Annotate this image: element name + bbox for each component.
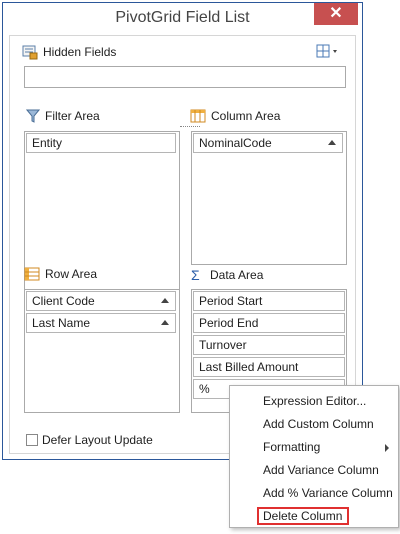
splitter[interactable] <box>180 126 200 129</box>
data-field-period-start[interactable]: Period Start <box>193 291 345 311</box>
column-area-label: Column Area <box>211 109 281 123</box>
row-field-last-name[interactable]: Last Name <box>26 313 176 333</box>
field-label: Client Code <box>32 294 95 308</box>
filter-area-label: Filter Area <box>45 109 100 123</box>
row-area-box[interactable]: Client Code Last Name <box>24 289 180 413</box>
filter-area-header: Filter Area <box>26 109 100 123</box>
sort-ascending-icon[interactable] <box>161 298 169 303</box>
menu-item-delete-column[interactable]: Delete Column <box>231 505 397 527</box>
row-area-label: Row Area <box>45 267 98 281</box>
defer-layout-label: Defer Layout Update <box>42 433 153 447</box>
sort-ascending-icon[interactable] <box>161 320 169 325</box>
field-label: NominalCode <box>199 136 272 150</box>
menu-item-add-variance-column[interactable]: Add Variance Column <box>231 459 397 481</box>
sigma-icon: Σ <box>191 267 200 283</box>
close-button[interactable]: ✕ <box>314 3 358 25</box>
row-area-icon <box>24 267 40 281</box>
menu-item-add-percent-variance-column[interactable]: Add % Variance Column <box>231 482 397 504</box>
title-bar[interactable]: PivotGrid Field List ✕ <box>3 3 362 33</box>
menu-item-add-custom-column[interactable]: Add Custom Column <box>231 413 397 435</box>
filter-field-entity[interactable]: Entity <box>26 133 176 153</box>
hidden-fields-header: Hidden Fields <box>22 44 116 60</box>
column-area-box[interactable]: NominalCode <box>191 131 347 265</box>
menu-item-label: Formatting <box>263 440 321 454</box>
context-menu: Expression Editor... Add Custom Column F… <box>229 385 399 528</box>
menu-item-expression-editor[interactable]: Expression Editor... <box>231 390 397 412</box>
delete-column-highlight <box>257 507 349 525</box>
column-area-icon <box>190 109 206 123</box>
data-field-last-billed-amount[interactable]: Last Billed Amount <box>193 357 345 377</box>
data-field-turnover[interactable]: Turnover <box>193 335 345 355</box>
layout-icon <box>316 44 337 58</box>
data-field-period-end[interactable]: Period End <box>193 313 345 333</box>
filter-icon <box>26 109 40 123</box>
data-area-header: Σ Data Area <box>191 267 263 283</box>
row-field-client-code[interactable]: Client Code <box>26 291 176 311</box>
layout-dropdown-button[interactable] <box>316 43 340 62</box>
submenu-arrow-icon <box>385 444 389 452</box>
field-label: Last Name <box>32 316 91 330</box>
menu-item-formatting[interactable]: Formatting <box>231 436 397 458</box>
column-area-header: Column Area <box>190 109 280 123</box>
column-field-nominalcode[interactable]: NominalCode <box>193 133 343 153</box>
sort-ascending-icon[interactable] <box>328 140 336 145</box>
hidden-fields-label: Hidden Fields <box>43 45 117 59</box>
hidden-fields-box[interactable] <box>24 66 346 88</box>
hidden-fields-icon <box>22 45 38 60</box>
defer-layout-checkbox[interactable] <box>26 434 38 446</box>
window-title: PivotGrid Field List <box>115 9 250 26</box>
row-area-header: Row Area <box>24 267 97 281</box>
data-area-label: Data Area <box>210 268 264 282</box>
